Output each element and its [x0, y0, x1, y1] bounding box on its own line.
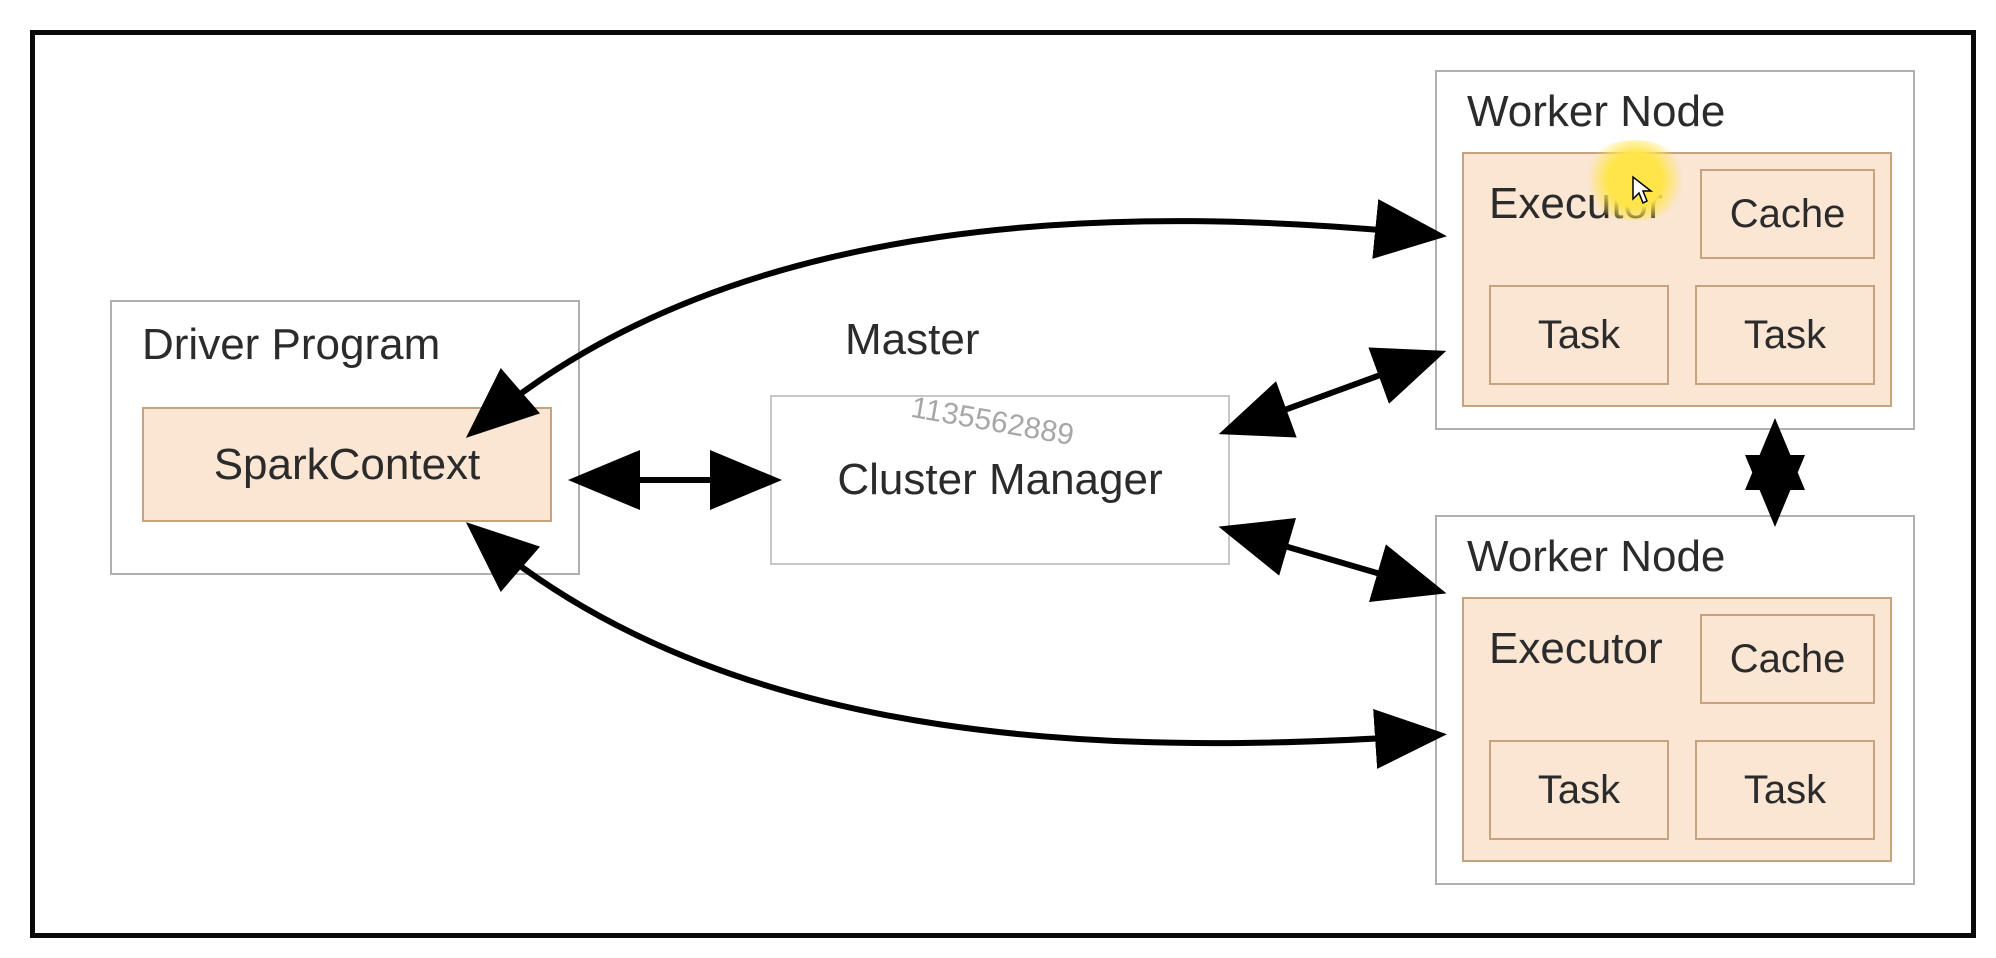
task-1b-box: Task — [1695, 285, 1875, 385]
cache-2-box: Cache — [1700, 614, 1875, 704]
worker-node-2-box: Worker Node Executor Cache Task Task — [1435, 515, 1915, 885]
arrow-clustermanager-worker2 — [1230, 530, 1435, 590]
sparkcontext-box: SparkContext — [142, 407, 552, 522]
executor-2-box: Executor Cache Task Task — [1462, 597, 1892, 862]
task-1a-box: Task — [1489, 285, 1669, 385]
arrow-clustermanager-worker1 — [1230, 355, 1435, 430]
worker-node-1-title: Worker Node — [1467, 87, 1725, 137]
diagram-frame: Driver Program SparkContext Master Clust… — [30, 30, 1976, 938]
driver-program-title: Driver Program — [142, 320, 440, 370]
master-title: Master — [845, 315, 979, 365]
executor-1-label: Executor — [1489, 179, 1663, 229]
worker-node-2-title: Worker Node — [1467, 532, 1725, 582]
diagram-canvas: Driver Program SparkContext Master Clust… — [0, 0, 1996, 958]
cache-1-box: Cache — [1700, 169, 1875, 259]
executor-1-box: Executor Cache Task Task — [1462, 152, 1892, 407]
driver-program-box: Driver Program SparkContext — [110, 300, 580, 575]
executor-2-label: Executor — [1489, 624, 1663, 674]
task-2b-box: Task — [1695, 740, 1875, 840]
task-2a-box: Task — [1489, 740, 1669, 840]
worker-node-1-box: Worker Node Executor Cache Task Task — [1435, 70, 1915, 430]
